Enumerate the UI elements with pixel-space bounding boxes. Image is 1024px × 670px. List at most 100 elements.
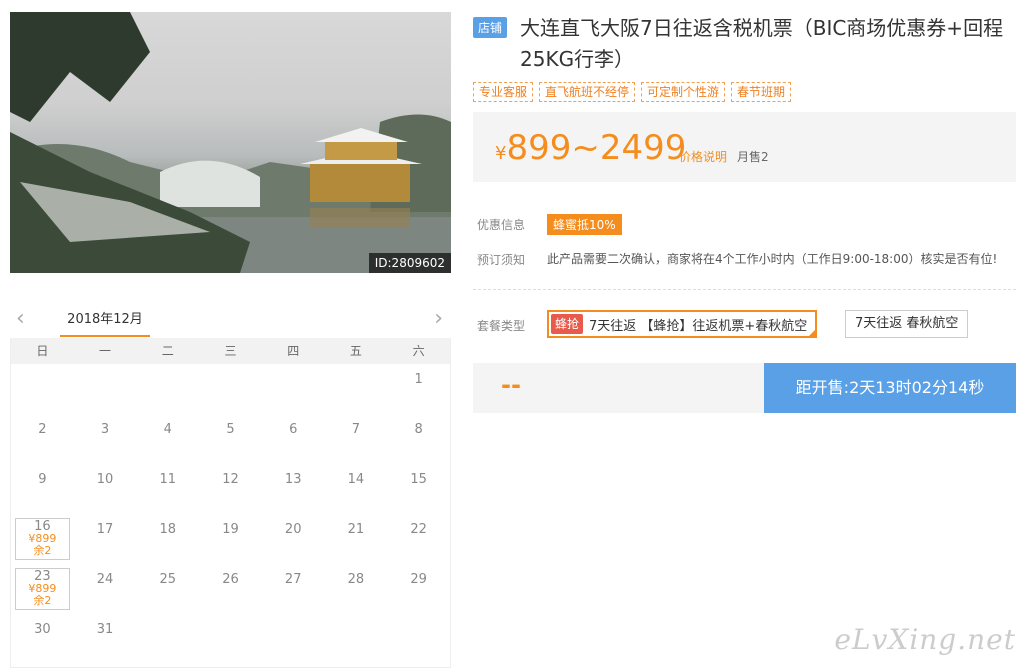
calendar-day: 7 bbox=[325, 414, 388, 464]
calendar-day-empty bbox=[262, 364, 325, 414]
notice-text: 此产品需要二次确认，商家将在4个工作小时内（工作日9:00-18:00）核实是否… bbox=[547, 252, 998, 266]
prev-month-icon[interactable]: ‹ bbox=[16, 306, 25, 331]
day-number: 2 bbox=[38, 422, 47, 437]
day-number: 12 bbox=[222, 472, 239, 487]
promo-label: 优惠信息 bbox=[477, 218, 526, 232]
calendar-day: 6 bbox=[262, 414, 325, 464]
hot-sale-badge: 蜂抢 bbox=[551, 314, 584, 334]
promo-badge: 蜂蜜抵10% bbox=[547, 214, 622, 235]
calendar-day: 11 bbox=[136, 464, 199, 514]
day-number: 7 bbox=[351, 422, 361, 437]
calendar-day: 10 bbox=[74, 464, 137, 514]
day-number: 19 bbox=[222, 522, 239, 537]
calendar-day: 19 bbox=[199, 514, 262, 564]
day-number: 26 bbox=[222, 572, 239, 587]
day-number: 21 bbox=[347, 522, 365, 537]
buy-bar: -- 距开售:2天13时02分14秒 bbox=[473, 363, 1016, 413]
calendar-month[interactable]: 2018年12月 bbox=[60, 308, 150, 337]
selected-check-icon bbox=[807, 328, 818, 338]
day-number: 27 bbox=[284, 572, 302, 587]
day-number: 6 bbox=[289, 422, 298, 437]
calendar-grid: 1 2 3 4 5 6 7 8 9 10 11 12 13 14 15 16 ¥899 余2 17 18 19 20 21 2… bbox=[11, 364, 450, 664]
day-number: 29 bbox=[410, 572, 427, 587]
package-label: 套餐类型 bbox=[477, 319, 526, 333]
calendar-day: 3 bbox=[74, 414, 137, 464]
notice-label: 预订须知 bbox=[477, 253, 526, 267]
calendar-day-empty bbox=[136, 364, 199, 414]
day-stock: 余2 bbox=[33, 544, 52, 557]
calendar-day-empty bbox=[11, 364, 74, 414]
day-number: 13 bbox=[284, 472, 302, 487]
calendar-day: 12 bbox=[199, 464, 262, 514]
feature-tag: 可定制个性游 bbox=[641, 82, 726, 102]
day-number: 31 bbox=[96, 622, 114, 637]
price: ¥899~2499 bbox=[495, 128, 686, 174]
weekday-label: 二 bbox=[161, 344, 174, 358]
next-month-icon[interactable]: › bbox=[434, 306, 443, 331]
sale-countdown-button[interactable]: 距开售:2天13时02分14秒 bbox=[764, 363, 1016, 413]
calendar-day-available[interactable]: 16 ¥899 余2 bbox=[15, 518, 70, 560]
day-number: 24 bbox=[96, 572, 114, 587]
photo-id-label: ID:2809602 bbox=[368, 253, 451, 273]
calendar-header: ‹ 2018年12月 › bbox=[10, 300, 451, 338]
calendar-day-empty bbox=[199, 364, 262, 414]
day-number: 4 bbox=[163, 422, 172, 437]
calendar-day: 5 bbox=[199, 414, 262, 464]
day-number: 5 bbox=[226, 422, 235, 437]
calendar-day: 29 bbox=[387, 564, 450, 614]
day-number: 15 bbox=[410, 472, 427, 487]
calendar-day: 13 bbox=[262, 464, 325, 514]
calendar-day: 2 bbox=[11, 414, 74, 464]
calendar-day: 4 bbox=[136, 414, 199, 464]
day-number: 30 bbox=[34, 622, 51, 637]
calendar-day: 22 bbox=[387, 514, 450, 564]
calendar-day: 27 bbox=[262, 564, 325, 614]
calendar-day: 14 bbox=[325, 464, 388, 514]
feature-tag: 专业客服 bbox=[473, 82, 534, 102]
day-number: 1 bbox=[414, 372, 423, 387]
currency-symbol: ¥ bbox=[495, 143, 507, 164]
day-number: 11 bbox=[159, 472, 177, 487]
day-number: 10 bbox=[96, 472, 114, 487]
calendar-day: 17 bbox=[74, 514, 137, 564]
price-note-link[interactable]: 价格说明 bbox=[679, 148, 727, 165]
day-stock: 余2 bbox=[33, 594, 52, 607]
price-range: 899~2499 bbox=[506, 128, 687, 168]
calendar-day: 18 bbox=[136, 514, 199, 564]
calendar-day: 26 bbox=[199, 564, 262, 614]
calendar-day-empty bbox=[325, 364, 388, 414]
price-box: ¥899~2499 价格说明 月售2 bbox=[473, 112, 1016, 182]
calendar-day: 30 bbox=[11, 614, 74, 664]
shop-tag: 店铺 bbox=[473, 17, 508, 38]
day-number: 22 bbox=[410, 522, 427, 537]
calendar-day: 20 bbox=[262, 514, 325, 564]
site-watermark: eLvXing.net bbox=[834, 623, 1016, 656]
calendar-day: 8 bbox=[387, 414, 450, 464]
weekday-header: 日一二三四五六 bbox=[11, 338, 450, 364]
feature-tag: 春节班期 bbox=[731, 82, 792, 102]
calendar-day-empty bbox=[74, 364, 137, 414]
day-number: 3 bbox=[100, 422, 110, 437]
day-number: 25 bbox=[159, 572, 177, 587]
weekday-label: 一 bbox=[99, 344, 112, 358]
calendar-day: 1 bbox=[387, 364, 450, 414]
golden-pavilion-scene bbox=[10, 12, 451, 273]
calendar-day-available[interactable]: 23 ¥899 余2 bbox=[15, 568, 70, 610]
divider bbox=[473, 289, 1016, 290]
package-option[interactable]: 7天往返 春秋航空 bbox=[845, 310, 969, 338]
day-number: 28 bbox=[347, 572, 365, 587]
weekday-label: 日 bbox=[36, 344, 49, 358]
selected-price: -- bbox=[501, 371, 521, 399]
package-option-text: 7天往返 【蜂抢】往返机票+春秋航空 bbox=[589, 318, 808, 334]
day-number: 20 bbox=[284, 522, 302, 537]
calendar-day: 28 bbox=[325, 564, 388, 614]
product-title: 大连直飞大阪7日往返含税机票（BIC商场优惠券+回程25KG行李） bbox=[520, 16, 1004, 71]
calendar-day: 25 bbox=[136, 564, 199, 614]
calendar-day: 24 bbox=[74, 564, 137, 614]
package-option-selected[interactable]: 蜂抢 7天往返 【蜂抢】往返机票+春秋航空 bbox=[547, 310, 818, 338]
day-number: 18 bbox=[159, 522, 177, 537]
day-number: 17 bbox=[96, 522, 114, 537]
feature-tag: 直飞航班不经停 bbox=[539, 82, 636, 102]
day-number: 8 bbox=[414, 422, 423, 437]
monthly-sold: 月售2 bbox=[737, 150, 769, 164]
